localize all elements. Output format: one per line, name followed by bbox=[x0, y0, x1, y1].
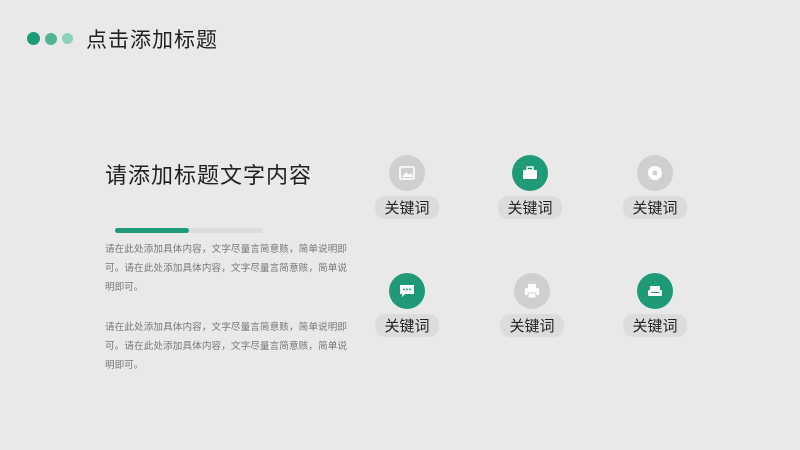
keyword-item-6[interactable]: 关键词 bbox=[610, 273, 700, 337]
keyword-icon-circle bbox=[637, 155, 673, 191]
progress-bar bbox=[115, 228, 263, 233]
briefcase-icon bbox=[522, 166, 538, 180]
keyword-icon-circle bbox=[637, 273, 673, 309]
keyword-item-1[interactable]: 关键词 bbox=[362, 155, 452, 219]
slide-title[interactable]: 点击添加标题 bbox=[86, 24, 218, 54]
keyword-icon-circle bbox=[514, 273, 550, 309]
keyword-label: 关键词 bbox=[500, 314, 564, 337]
keyword-icon-circle bbox=[389, 155, 425, 191]
header-dots bbox=[27, 32, 73, 45]
keyword-label: 关键词 bbox=[375, 314, 439, 337]
keyword-label: 关键词 bbox=[623, 196, 687, 219]
keyword-label: 关键词 bbox=[375, 196, 439, 219]
keyword-item-5[interactable]: 关键词 bbox=[487, 273, 577, 337]
dot-1 bbox=[27, 32, 40, 45]
keyword-icon-circle bbox=[512, 155, 548, 191]
keyword-icon-circle bbox=[389, 273, 425, 309]
progress-fill bbox=[115, 228, 189, 233]
dot-2 bbox=[45, 32, 57, 45]
keyword-item-3[interactable]: 关键词 bbox=[610, 155, 700, 219]
keyword-item-4[interactable]: 关键词 bbox=[362, 273, 452, 337]
printer-icon bbox=[524, 283, 540, 299]
sofa-icon bbox=[647, 284, 663, 298]
chat-icon bbox=[399, 284, 415, 298]
disc-icon bbox=[647, 165, 663, 181]
image-icon bbox=[399, 166, 415, 180]
keyword-label: 关键词 bbox=[498, 196, 562, 219]
paragraph-2[interactable]: 请在此处添加具体内容，文字尽量言简意赅，简单说明即可。请在此处添加具体内容，文字… bbox=[105, 318, 347, 375]
paragraph-1[interactable]: 请在此处添加具体内容，文字尽量言简意赅，简单说明即可。请在此处添加具体内容，文字… bbox=[105, 240, 347, 297]
keyword-label: 关键词 bbox=[623, 314, 687, 337]
content-title[interactable]: 请添加标题文字内容 bbox=[105, 158, 312, 190]
dot-3 bbox=[62, 33, 73, 44]
keyword-item-2[interactable]: 关键词 bbox=[485, 155, 575, 219]
